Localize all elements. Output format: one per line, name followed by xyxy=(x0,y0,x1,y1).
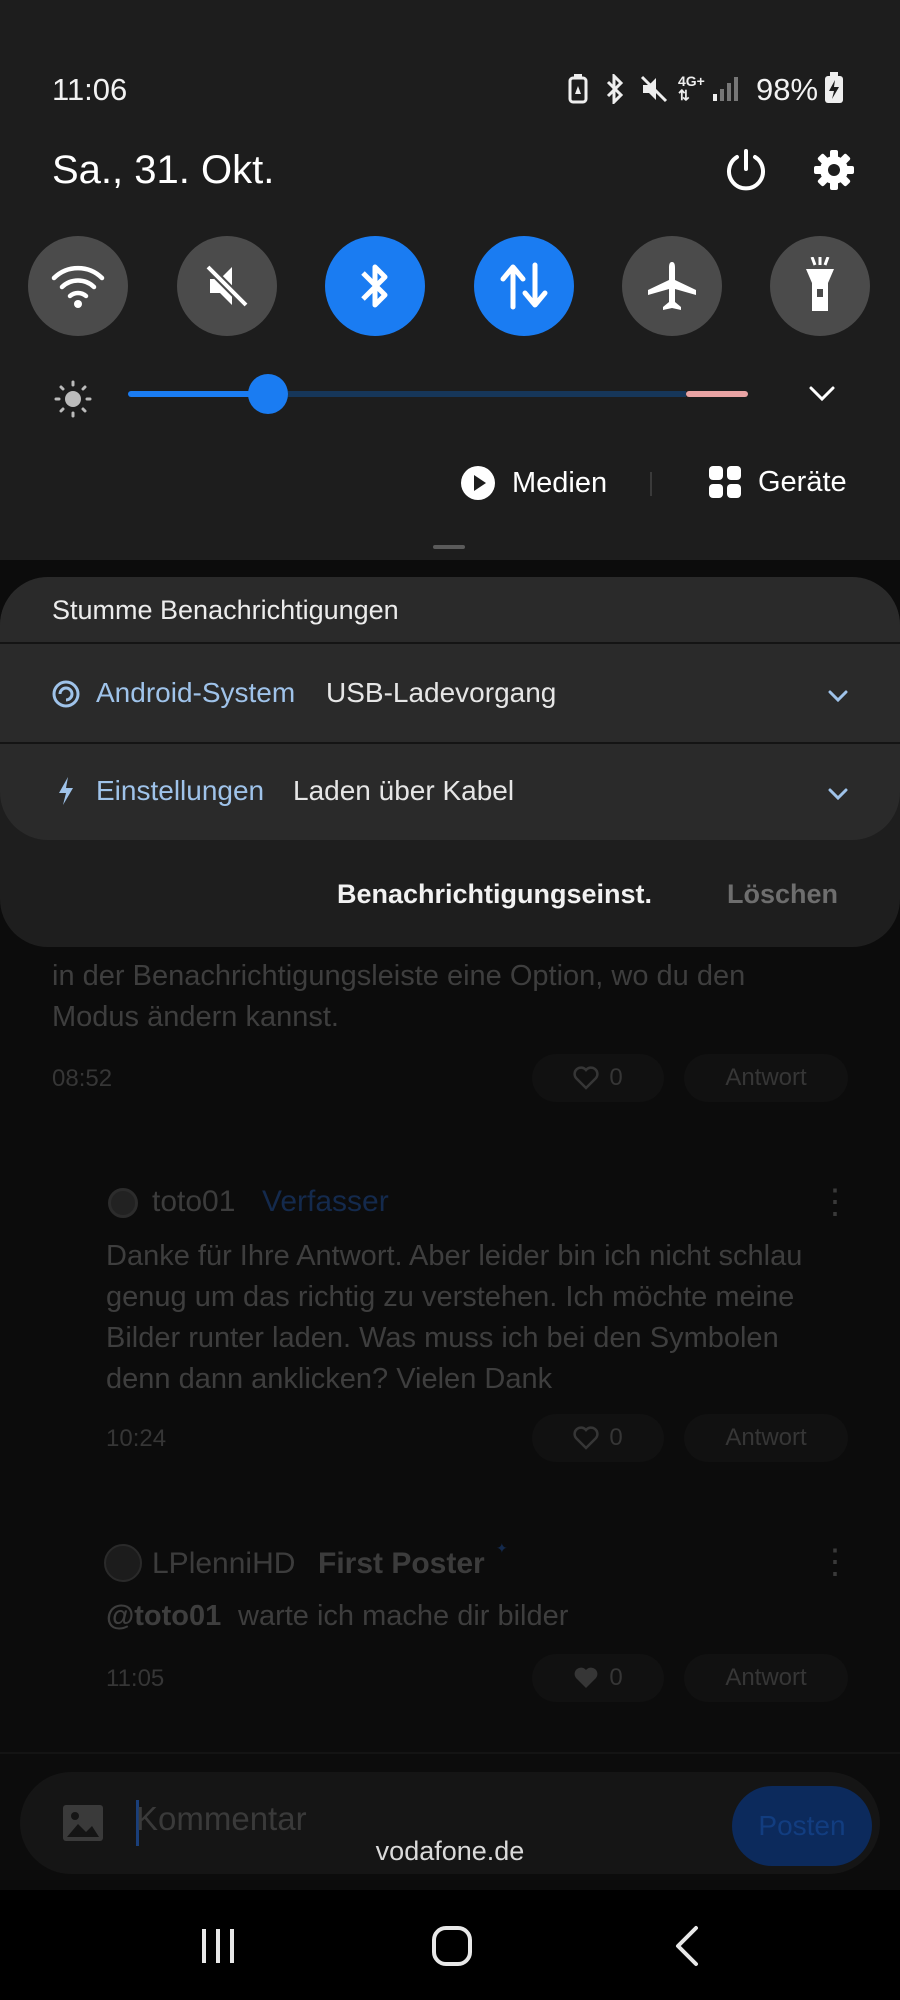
notification-text: Laden über Kabel xyxy=(293,775,515,806)
media-button[interactable]: Medien xyxy=(460,465,607,501)
like-count: 0 xyxy=(609,1424,623,1451)
author-role-badge: Verfasser xyxy=(262,1185,389,1218)
comment-author[interactable]: LPlenniHD xyxy=(152,1547,295,1581)
battery-charging-icon xyxy=(825,72,843,103)
flashlight-toggle[interactable] xyxy=(770,236,870,336)
reply-label: Antwort xyxy=(725,1664,807,1691)
devices-label: Geräte xyxy=(758,465,847,498)
notification-cable-charging[interactable]: Einstellungen Laden über Kabel xyxy=(0,744,900,840)
like-count: 0 xyxy=(609,1664,623,1691)
navigation-bar xyxy=(0,1890,900,2000)
heart-icon xyxy=(574,1667,598,1688)
brightness-track-filled xyxy=(128,391,268,397)
wifi-icon xyxy=(51,265,105,308)
comment-text: warte ich mache dir bilder xyxy=(238,1600,569,1632)
heart-icon xyxy=(573,1426,599,1450)
chevron-down-icon[interactable] xyxy=(828,788,848,800)
reply-label: Antwort xyxy=(725,1064,807,1091)
status-time: 11:06 xyxy=(52,72,128,107)
reply-button[interactable]: Antwort xyxy=(684,1654,848,1702)
avatar[interactable] xyxy=(108,1188,138,1218)
comment-text-line: Bilder runter laden. Was muss ich bei de… xyxy=(106,1322,779,1354)
play-icon xyxy=(461,466,495,500)
clear-button[interactable]: Löschen xyxy=(727,879,838,910)
notification-text: USB-Ladevorgang xyxy=(326,677,557,708)
like-button[interactable]: 0 xyxy=(532,1414,664,1462)
mute-icon xyxy=(205,264,249,308)
gear-icon[interactable] xyxy=(812,148,856,192)
quick-settings-panel: 11:06 4G+ ⇅ 98% Sa., 31. Okt. Medien Ger… xyxy=(0,0,900,560)
bluetooth-icon xyxy=(361,264,388,308)
author-role-badge: First Poster xyxy=(318,1547,485,1580)
url-label: vodafone.de xyxy=(375,1836,525,1866)
android-system-icon xyxy=(52,680,80,708)
brightness-slider-thumb[interactable] xyxy=(248,374,288,414)
more-options-icon[interactable]: ⋮ xyxy=(818,1182,852,1222)
bolt-icon xyxy=(59,777,73,805)
notification-settings-button[interactable]: Benachrichtigungseinst. xyxy=(337,879,652,910)
devices-button[interactable]: Geräte xyxy=(708,465,847,499)
brightness-track[interactable] xyxy=(268,391,686,397)
date-label: Sa., 31. Okt. xyxy=(52,148,275,192)
reply-button[interactable]: Antwort xyxy=(684,1054,848,1102)
like-button[interactable]: 0 xyxy=(532,1654,664,1702)
battery-saver-icon xyxy=(568,74,588,104)
star-icon: ✦ xyxy=(496,1540,508,1556)
bluetooth-status-icon xyxy=(606,74,624,104)
mobile-data-toggle[interactable] xyxy=(474,236,574,336)
network-4g-icon: 4G+ ⇅ xyxy=(678,73,705,103)
recent-apps-icon[interactable] xyxy=(198,1926,238,1966)
brightness-high-zone xyxy=(686,391,748,397)
like-button[interactable]: 0 xyxy=(532,1054,664,1102)
comment-text-line: Modus ändern kannst. xyxy=(52,1001,339,1033)
chevron-down-icon[interactable] xyxy=(808,385,836,403)
comment-time: 10:24 xyxy=(106,1425,167,1452)
sound-toggle[interactable] xyxy=(177,236,277,336)
comment-time: 08:52 xyxy=(52,1065,113,1092)
brightness-icon xyxy=(54,380,92,418)
heart-icon xyxy=(573,1066,599,1090)
back-icon[interactable] xyxy=(672,1924,702,1968)
reply-button[interactable]: Antwort xyxy=(684,1414,848,1462)
comment-text-line: genug um das richtig zu verstehen. Ich m… xyxy=(106,1281,795,1313)
like-count: 0 xyxy=(609,1064,623,1091)
home-icon[interactable] xyxy=(430,1924,474,1968)
more-options-icon[interactable]: ⋮ xyxy=(818,1542,852,1582)
comment-text-line: denn dann anklicken? Vielen Dank xyxy=(106,1363,553,1395)
comment-input[interactable]: Kommentar xyxy=(136,1800,307,1838)
data-arrows-icon xyxy=(500,262,548,310)
comment-author[interactable]: toto01 xyxy=(152,1185,235,1219)
notification-app-name: Android-System xyxy=(96,677,296,708)
chevron-down-icon[interactable] xyxy=(828,690,848,702)
signal-icon xyxy=(713,77,738,101)
section-title: Stumme Benachrichtigungen xyxy=(52,595,399,625)
media-label: Medien xyxy=(512,466,608,499)
divider xyxy=(0,1752,900,1754)
notification-usb-charging[interactable]: Android-System USB-Ladevorgang xyxy=(0,644,900,742)
power-icon[interactable] xyxy=(724,148,768,192)
divider xyxy=(650,472,652,496)
battery-percent: 98% xyxy=(756,72,819,107)
flashlight-icon xyxy=(806,257,834,311)
airplane-icon xyxy=(648,262,696,310)
silent-notifications-header: Stumme Benachrichtigungen xyxy=(0,577,900,642)
avatar[interactable] xyxy=(104,1544,142,1582)
reply-label: Antwort xyxy=(725,1424,807,1451)
drag-handle[interactable] xyxy=(433,545,465,549)
notification-app-name: Einstellungen xyxy=(96,775,265,806)
wifi-toggle[interactable] xyxy=(28,236,128,336)
comment-text-line: in der Benachrichtigungsleiste eine Opti… xyxy=(52,960,746,992)
comment-time: 11:05 xyxy=(106,1665,165,1692)
mention-link[interactable]: @toto01 xyxy=(106,1596,221,1637)
bluetooth-toggle[interactable] xyxy=(325,236,425,336)
mute-status-icon xyxy=(640,75,668,103)
comment-text-line: Danke für Ihre Antwort. Aber leider bin … xyxy=(106,1240,803,1272)
devices-grid-icon xyxy=(709,466,741,498)
airplane-toggle[interactable] xyxy=(622,236,722,336)
